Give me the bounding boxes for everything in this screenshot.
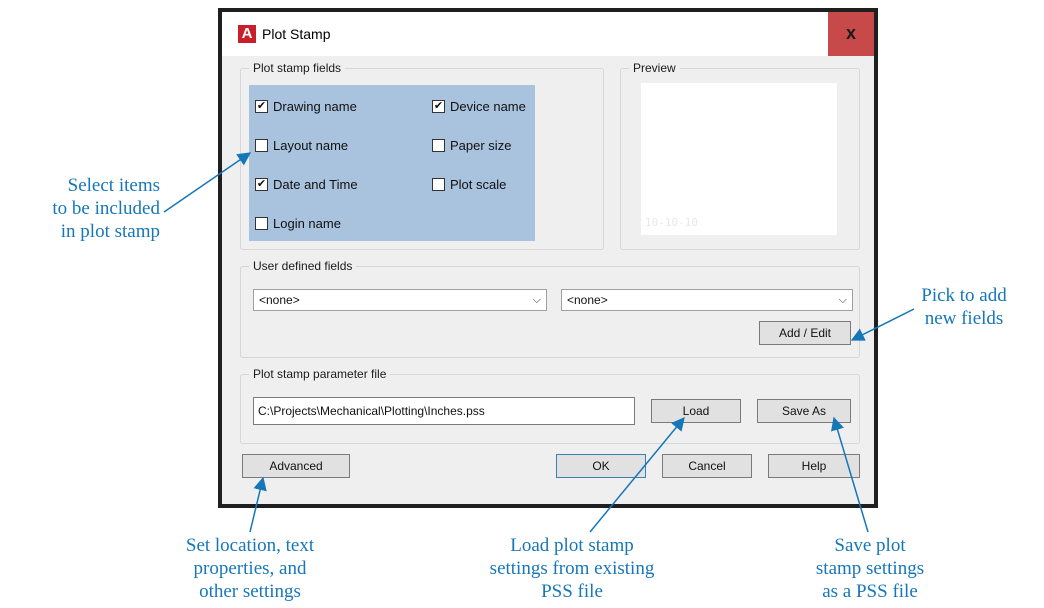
select-value: <none>	[567, 293, 608, 307]
checkbox-paper-size[interactable]: Paper size	[432, 138, 511, 153]
callout-pick-to-add: Pick to add new fields	[884, 284, 1044, 330]
load-button[interactable]: Load	[651, 399, 741, 423]
callout-line: stamp settings	[815, 558, 925, 579]
checkbox-box[interactable]: ✔	[432, 100, 445, 113]
callout-line: Select items	[67, 175, 160, 196]
callout-line: new fields	[924, 308, 1004, 329]
close-button[interactable]: x	[828, 12, 874, 56]
checkbox-label: Plot scale	[450, 177, 507, 192]
checkbox-label: Layout name	[273, 138, 349, 153]
checkbox-box[interactable]: ✔	[255, 100, 268, 113]
parameter-file-path-input[interactable]: C:\Projects\Mechanical\Plotting\Inches.p…	[253, 397, 635, 425]
callout-line: other settings	[199, 581, 301, 602]
callout-advanced: Set location, text properties, and other…	[140, 534, 360, 603]
checkbox-box[interactable]: ✔	[255, 178, 268, 191]
checkbox-label: Date and Time	[273, 177, 358, 192]
autocad-app-icon: A	[238, 25, 256, 43]
callout-line: to be included	[52, 198, 160, 219]
dialog-title: Plot Stamp	[262, 26, 331, 42]
callout-select-items: Select items to be included in plot stam…	[0, 174, 160, 243]
parameter-file-group: Plot stamp parameter file C:\Projects\Me…	[240, 367, 860, 444]
callout-load: Load plot stamp settings from existing P…	[442, 534, 702, 603]
checkbox-date-and-time[interactable]: ✔ Date and Time	[255, 177, 358, 192]
fields-selection-area: ✔ Drawing name ✔ Device name Layout name…	[249, 85, 535, 241]
callout-line: settings from existing	[489, 558, 655, 579]
callout-line: Set location, text	[185, 535, 315, 556]
save-as-button[interactable]: Save As	[757, 399, 851, 423]
cancel-button[interactable]: Cancel	[662, 454, 752, 478]
chevron-down-icon: ⌵	[838, 294, 847, 306]
chevron-down-icon: ⌵	[532, 294, 541, 306]
callout-line: Load plot stamp	[510, 535, 634, 556]
preview-label: Preview	[629, 61, 680, 75]
preview-canvas: 10-10-10	[641, 83, 837, 235]
callout-line: Pick to add	[921, 285, 1007, 306]
plot-stamp-fields-label: Plot stamp fields	[249, 61, 346, 75]
checkbox-box[interactable]	[255, 139, 268, 152]
checkbox-device-name[interactable]: ✔ Device name	[432, 99, 526, 114]
checkbox-login-name[interactable]: Login name	[255, 216, 341, 231]
checkbox-box[interactable]	[432, 139, 445, 152]
checkbox-box[interactable]	[255, 217, 268, 230]
plot-stamp-dialog: A Plot Stamp x Plot stamp fields ✔ Drawi…	[218, 8, 878, 508]
checkbox-plot-scale[interactable]: Plot scale	[432, 177, 506, 192]
checkbox-label: Paper size	[450, 138, 512, 153]
ok-button[interactable]: OK	[556, 454, 646, 478]
parameter-file-label: Plot stamp parameter file	[249, 367, 391, 381]
callout-save-as: Save plot stamp settings as a PSS file	[780, 534, 960, 603]
title-bar[interactable]: A Plot Stamp x	[222, 12, 874, 56]
checkbox-label: Drawing name	[273, 99, 357, 114]
add-edit-button[interactable]: Add / Edit	[759, 321, 851, 345]
plot-stamp-fields-group: Plot stamp fields ✔ Drawing name ✔ Devic…	[240, 61, 604, 250]
checkbox-drawing-name[interactable]: ✔ Drawing name	[255, 99, 357, 114]
preview-group: Preview 10-10-10	[620, 61, 860, 250]
checkbox-box[interactable]	[432, 178, 445, 191]
advanced-button[interactable]: Advanced	[242, 454, 350, 478]
callout-line: as a PSS file	[822, 581, 918, 602]
callout-line: in plot stamp	[60, 221, 160, 242]
callout-line: properties, and	[193, 558, 307, 579]
callout-line: Save plot	[834, 535, 906, 556]
dialog-client-area: Plot stamp fields ✔ Drawing name ✔ Devic…	[222, 56, 874, 504]
help-button[interactable]: Help	[768, 454, 860, 478]
callout-line: PSS file	[541, 581, 603, 602]
user-defined-fields-group: User defined fields <none> ⌵ <none> ⌵ Ad…	[240, 259, 860, 358]
user-defined-fields-label: User defined fields	[249, 259, 357, 273]
select-value: <none>	[259, 293, 300, 307]
checkbox-label: Login name	[273, 216, 341, 231]
checkbox-label: Device name	[450, 99, 526, 114]
preview-stamp-text: 10-10-10	[645, 216, 698, 229]
checkbox-layout-name[interactable]: Layout name	[255, 138, 348, 153]
user-field-select-1[interactable]: <none> ⌵	[253, 289, 547, 311]
user-field-select-2[interactable]: <none> ⌵	[561, 289, 853, 311]
